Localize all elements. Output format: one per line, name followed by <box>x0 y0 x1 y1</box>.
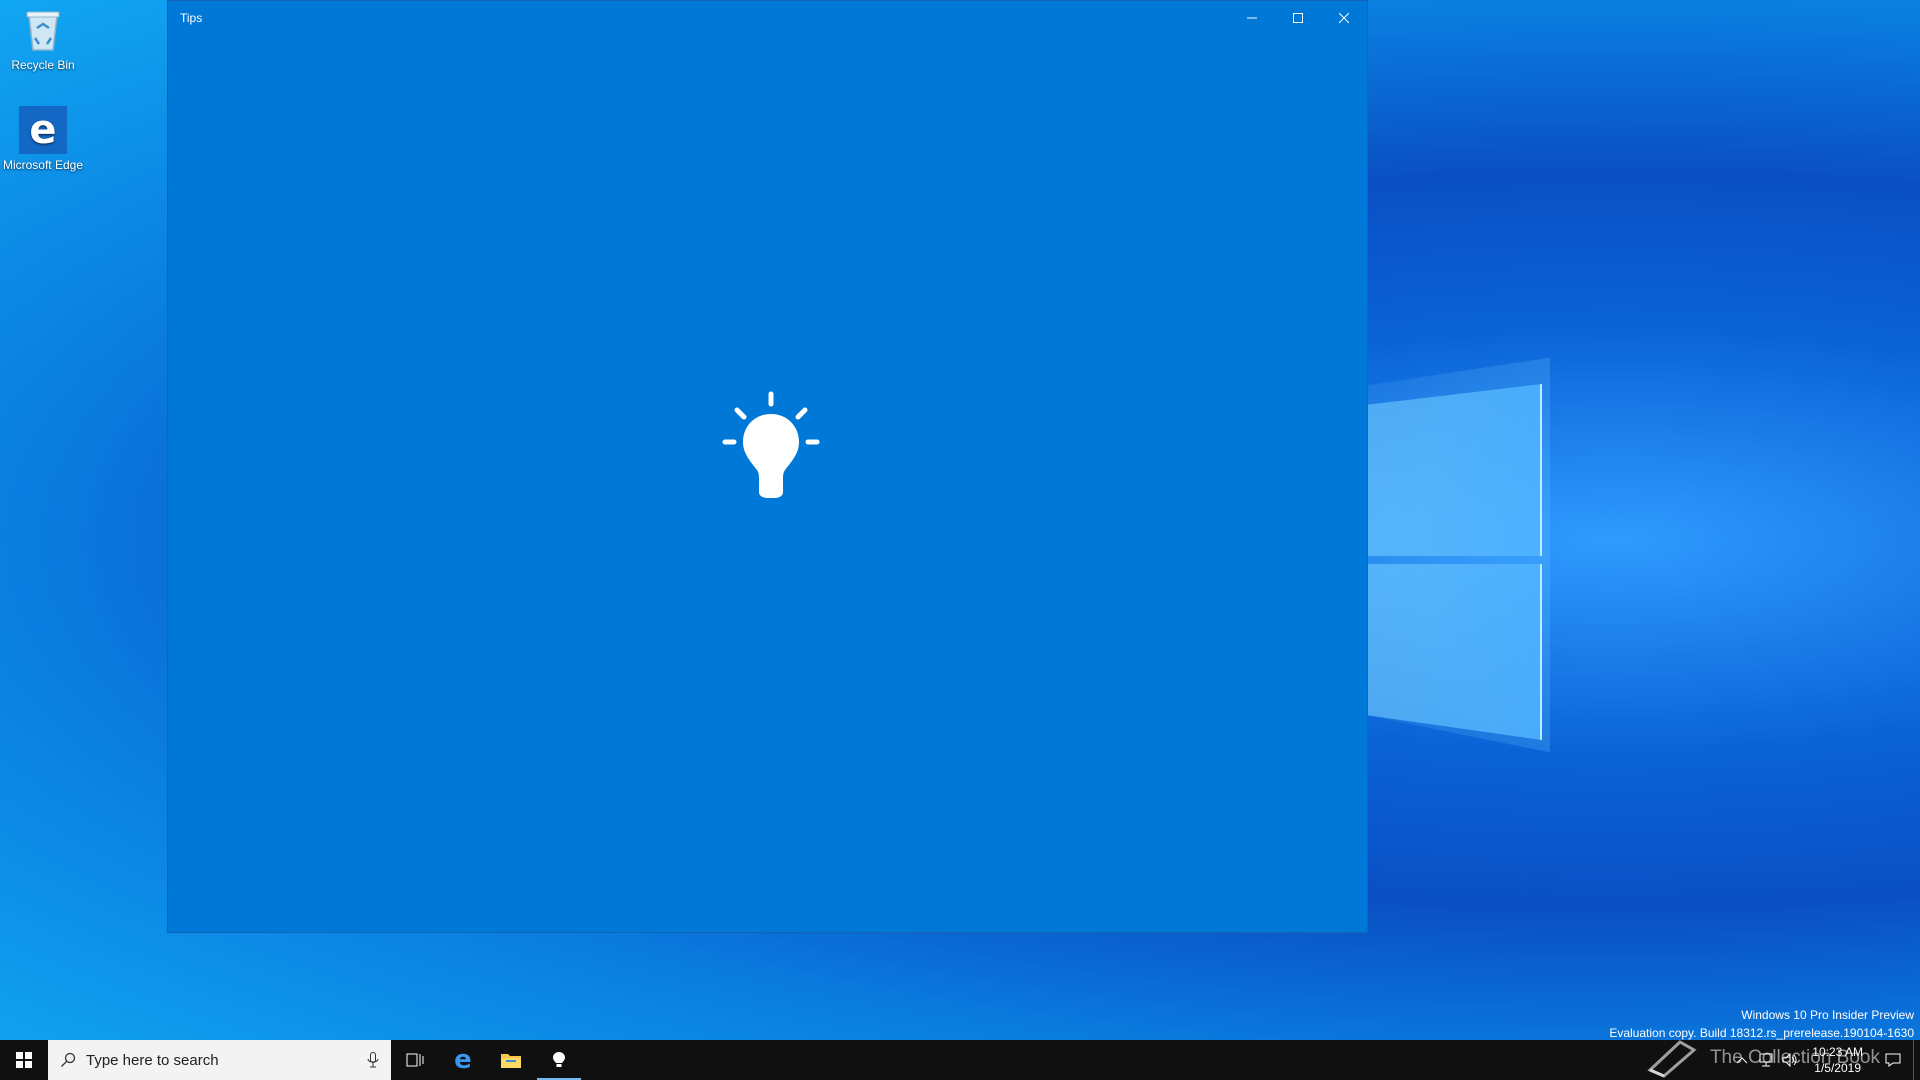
search-placeholder[interactable]: Type here to search <box>76 1052 367 1069</box>
notification-icon <box>1885 1053 1901 1067</box>
task-view-icon <box>406 1053 424 1067</box>
chevron-up-icon <box>1736 1057 1748 1064</box>
wallpaper-windows-logo <box>1368 384 1542 740</box>
clock-time: 10:23 AM <box>1812 1045 1863 1059</box>
start-button[interactable] <box>0 1040 48 1080</box>
windows-start-icon <box>16 1052 32 1068</box>
maximize-button[interactable] <box>1275 1 1321 34</box>
edge-icon: e <box>454 1045 472 1075</box>
taskbar-tips-button[interactable] <box>535 1040 583 1080</box>
network-button[interactable] <box>1754 1040 1778 1080</box>
lightbulb-icon <box>553 1052 565 1067</box>
desktop-icon-label: Recycle Bin <box>11 58 75 72</box>
tips-window[interactable]: Tips <box>167 0 1368 933</box>
system-tray: 10:23 AM 1/5/2019 <box>1730 1040 1920 1080</box>
task-view-button[interactable] <box>391 1040 439 1080</box>
show-hidden-icons-button[interactable] <box>1730 1040 1754 1080</box>
close-icon <box>1339 12 1349 23</box>
file-explorer-icon <box>501 1054 521 1068</box>
watermark-line-1: Windows 10 Pro Insider Preview <box>1741 1008 1914 1022</box>
recycle-bin-icon <box>19 6 67 54</box>
taskbar: Type here to search e 10:23 AM 1/5/2019 <box>0 1040 1920 1080</box>
volume-button[interactable] <box>1778 1040 1802 1080</box>
window-title: Tips <box>180 10 203 25</box>
microphone-icon[interactable] <box>367 1052 379 1068</box>
close-button[interactable] <box>1321 1 1367 34</box>
desktop-icon-label: Microsoft Edge <box>2 158 84 172</box>
volume-icon <box>1782 1053 1797 1067</box>
minimize-icon <box>1247 17 1257 18</box>
maximize-icon <box>1293 12 1303 23</box>
evaluation-watermark: Windows 10 Pro Insider Preview Evaluatio… <box>1609 1006 1914 1042</box>
taskbar-search-box[interactable]: Type here to search <box>48 1040 391 1080</box>
edge-icon: e <box>19 106 67 154</box>
network-icon <box>1759 1053 1773 1067</box>
clock-button[interactable]: 10:23 AM 1/5/2019 <box>1802 1044 1873 1076</box>
desktop-icon-recycle-bin[interactable]: Recycle Bin <box>0 6 86 72</box>
lightbulb-icon <box>721 390 821 500</box>
minimize-button[interactable] <box>1229 1 1275 34</box>
taskbar-edge-button[interactable]: e <box>439 1040 487 1080</box>
show-desktop-button[interactable] <box>1913 1040 1920 1080</box>
clock-date: 1/5/2019 <box>1814 1061 1861 1075</box>
action-center-button[interactable] <box>1873 1040 1913 1080</box>
window-titlebar[interactable]: Tips <box>168 1 1367 34</box>
desktop-icon-microsoft-edge[interactable]: e Microsoft Edge <box>0 106 86 172</box>
taskbar-file-explorer-button[interactable] <box>487 1040 535 1080</box>
search-icon <box>61 1052 76 1067</box>
